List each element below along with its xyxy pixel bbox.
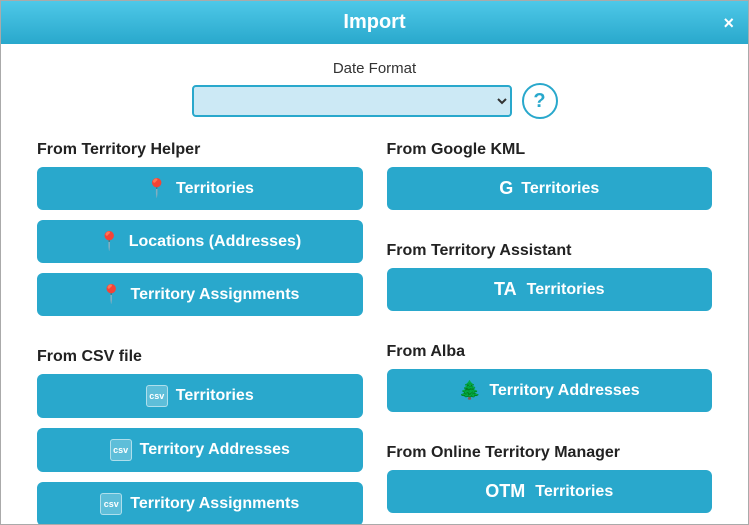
csv-addresses-label: Territory Addresses bbox=[140, 441, 290, 459]
tree-icon: 🌲 bbox=[459, 380, 481, 401]
ta-territories-label: Territories bbox=[527, 281, 605, 299]
right-column: From Google KML G Territories From Terri… bbox=[375, 137, 725, 525]
help-button[interactable]: ? bbox=[522, 83, 558, 119]
th-assignments-button[interactable]: 📍 Territory Assignments bbox=[37, 273, 363, 316]
spacer-4 bbox=[387, 422, 713, 440]
close-button[interactable]: × bbox=[723, 14, 734, 32]
date-format-row: ? bbox=[25, 83, 724, 119]
left-column: From Territory Helper 📍 Territories 📍 Lo… bbox=[25, 137, 375, 525]
alba-addresses-button[interactable]: 🌲 Territory Addresses bbox=[387, 369, 713, 412]
csv-icon-3: csv bbox=[100, 493, 122, 515]
content-area: Date Format ? From Territory Helper 📍 Te… bbox=[1, 44, 748, 525]
th-assignments-label: Territory Assignments bbox=[130, 286, 299, 304]
spacer-2 bbox=[387, 220, 713, 238]
otm-icon: OTM bbox=[485, 481, 525, 502]
window-title: Import bbox=[343, 11, 405, 33]
th-territories-button[interactable]: 📍 Territories bbox=[37, 167, 363, 210]
csv-addresses-button[interactable]: csv Territory Addresses bbox=[37, 428, 363, 472]
ta-icon: TA bbox=[494, 279, 517, 300]
ta-territories-button[interactable]: TA Territories bbox=[387, 268, 713, 311]
section-title-ta: From Territory Assistant bbox=[387, 242, 713, 260]
title-bar: Import × bbox=[1, 1, 748, 44]
date-format-select[interactable] bbox=[192, 85, 512, 117]
pin-icon: 📍 bbox=[146, 178, 168, 199]
section-title-territory-helper: From Territory Helper bbox=[37, 141, 363, 159]
help-icon: ? bbox=[533, 90, 545, 113]
main-columns: From Territory Helper 📍 Territories 📍 Lo… bbox=[25, 137, 724, 525]
section-title-alba: From Alba bbox=[387, 343, 713, 361]
import-window: Import × Date Format ? From Territory He… bbox=[0, 0, 749, 525]
section-title-google-kml: From Google KML bbox=[387, 141, 713, 159]
kml-territories-button[interactable]: G Territories bbox=[387, 167, 713, 210]
th-locations-button[interactable]: 📍 Locations (Addresses) bbox=[37, 220, 363, 263]
section-title-csv: From CSV file bbox=[37, 348, 363, 366]
csv-icon-1: csv bbox=[146, 385, 168, 407]
otm-territories-button[interactable]: OTM Territories bbox=[387, 470, 713, 513]
th-territories-label: Territories bbox=[176, 180, 254, 198]
csv-assignments-button[interactable]: csv Territory Assignments bbox=[37, 482, 363, 525]
kml-territories-label: Territories bbox=[521, 180, 599, 198]
google-icon: G bbox=[499, 178, 513, 199]
csv-territories-label: Territories bbox=[176, 387, 254, 405]
csv-territories-button[interactable]: csv Territories bbox=[37, 374, 363, 418]
section-title-otm: From Online Territory Manager bbox=[387, 444, 713, 462]
pin-icon-2: 📍 bbox=[98, 231, 120, 252]
csv-assignments-label: Territory Assignments bbox=[130, 495, 299, 513]
date-format-label: Date Format bbox=[333, 60, 416, 77]
csv-icon-2: csv bbox=[110, 439, 132, 461]
pin-icon-3: 📍 bbox=[100, 284, 122, 305]
date-format-section: Date Format ? bbox=[25, 60, 724, 119]
alba-addresses-label: Territory Addresses bbox=[489, 382, 639, 400]
otm-territories-label: Territories bbox=[535, 483, 613, 501]
spacer-1 bbox=[37, 326, 363, 344]
th-locations-label: Locations (Addresses) bbox=[129, 233, 301, 251]
spacer-3 bbox=[387, 321, 713, 339]
